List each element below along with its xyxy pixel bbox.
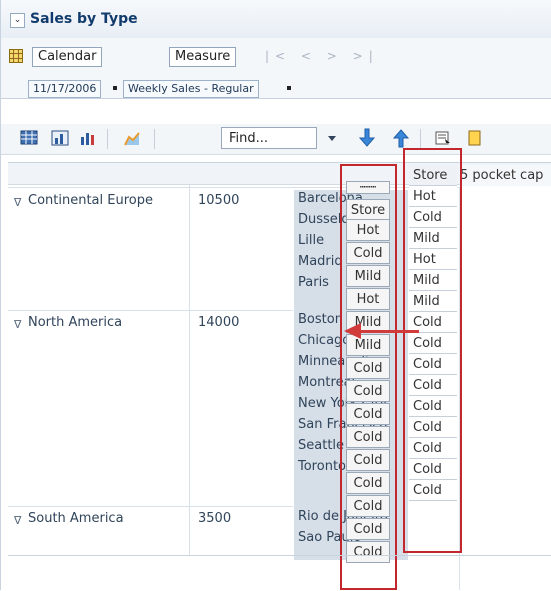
toolbar-separator	[107, 129, 108, 149]
pivot-bottom-border	[8, 555, 551, 556]
region-label-north-america: North America	[28, 315, 123, 330]
city-label: Madrid	[298, 254, 343, 269]
city-label: Toronto	[298, 459, 346, 474]
find-previous-icon[interactable]	[391, 128, 411, 148]
edge-row: Calendar Measure |< < > >| 11/17/2006 We…	[1, 38, 551, 99]
city-label: Boston	[298, 312, 343, 327]
store-column-highlight	[403, 148, 462, 553]
panel-titlebar: ⌄ Sales by Type	[1, 0, 551, 39]
chip-separator-dot-2	[287, 86, 291, 90]
region-label-continental-europe: Continental Europe	[28, 193, 153, 208]
region-label-south-america: South America	[28, 511, 124, 526]
toolbar-separator-3	[420, 129, 421, 149]
column-divider-1	[189, 185, 190, 555]
measure-button[interactable]: Measure	[169, 47, 237, 67]
table-view-icon[interactable]	[19, 128, 39, 148]
pocket-column-header[interactable]: 5 pocket cap	[460, 165, 551, 186]
chip-separator-dot	[113, 86, 117, 90]
dropdown-caret-icon[interactable]	[322, 128, 342, 148]
document-icon[interactable]	[465, 128, 485, 148]
sales-by-type-panel: ⌄ Sales by Type Calendar Measure |< < > …	[0, 0, 551, 590]
empty-pivot-area	[459, 187, 551, 590]
calendar-button[interactable]: Calendar	[32, 47, 103, 67]
region-value-north-america: 14000	[198, 315, 240, 330]
collapse-toggle-icon[interactable]: ⌄	[10, 13, 25, 28]
bar-chart-icon[interactable]	[78, 128, 98, 148]
toolbar-separator-2	[154, 129, 155, 149]
city-label: Lille	[298, 233, 325, 248]
area-chart-icon[interactable]	[122, 128, 142, 148]
weekly-sales-chip[interactable]: Weekly Sales - Regular	[123, 80, 259, 98]
drag-arrow-line	[361, 330, 419, 333]
export-icon[interactable]	[433, 128, 453, 148]
row-divider-america	[8, 506, 293, 507]
expand-triangle-icon[interactable]: ∇	[14, 514, 21, 527]
find-next-icon[interactable]	[357, 128, 377, 148]
grid-icon[interactable]	[9, 49, 23, 63]
region-value-south-america: 3500	[198, 511, 232, 526]
ghost-column-highlight	[340, 164, 397, 590]
city-label: Seattle	[298, 438, 345, 453]
city-label: Paris	[298, 275, 329, 290]
expand-triangle-icon[interactable]: ∇	[14, 196, 21, 209]
find-input[interactable]: Find...	[221, 127, 317, 149]
panel-title: Sales by Type	[30, 11, 138, 27]
crosstab-chart-icon[interactable]	[50, 128, 70, 148]
date-chip[interactable]: 11/17/2006	[28, 80, 102, 98]
nav-arrows[interactable]: |< < > >|	[265, 49, 379, 63]
drag-arrow-icon	[344, 323, 361, 339]
toolbar: Find...	[1, 124, 551, 155]
region-value-continental-europe: 10500	[198, 193, 240, 208]
expand-triangle-icon[interactable]: ∇	[14, 318, 21, 331]
row-divider-europe	[8, 310, 293, 311]
